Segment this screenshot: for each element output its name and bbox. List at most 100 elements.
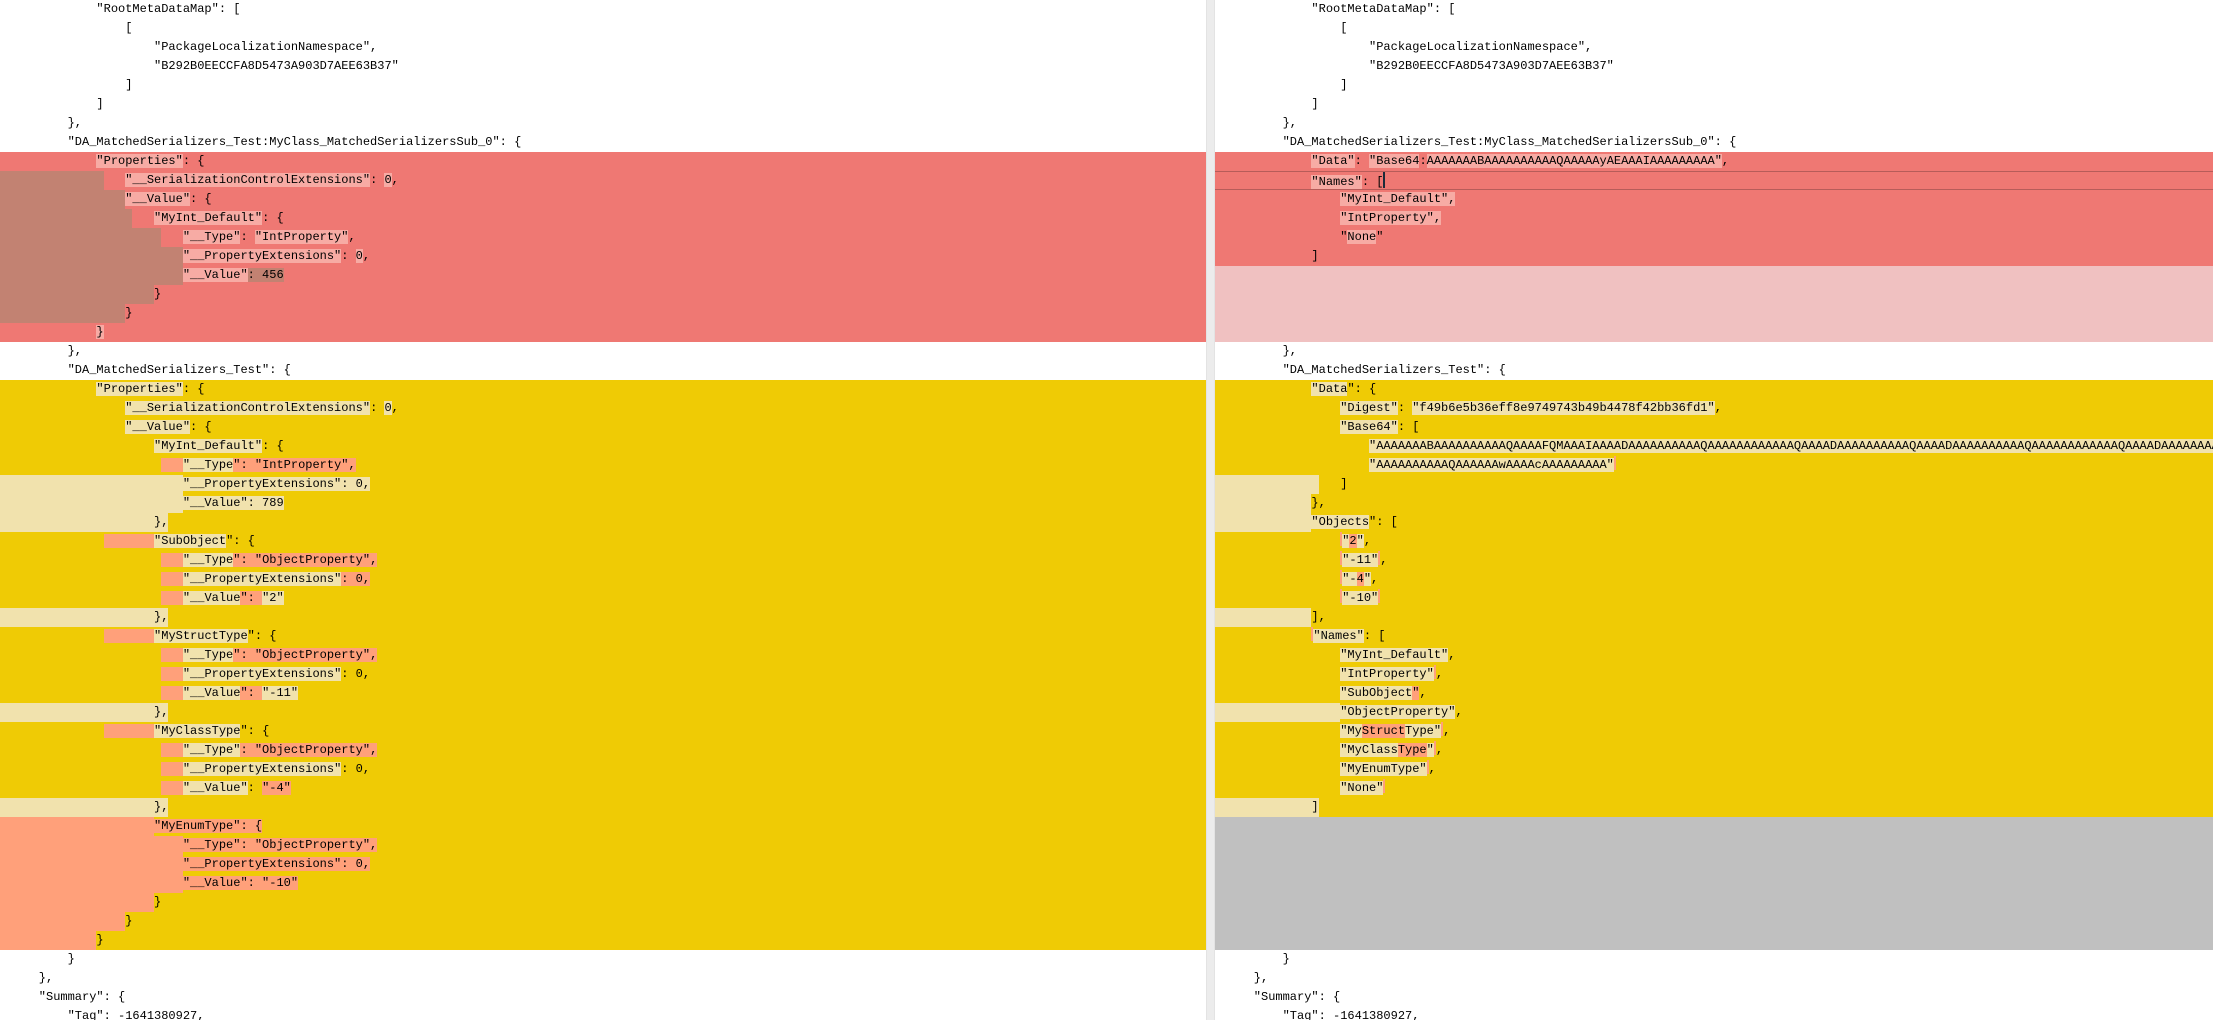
code-line: } — [0, 893, 1206, 912]
code-line: } — [1215, 950, 2213, 969]
code-line: "MyInt_Default": { — [0, 437, 1206, 456]
code-line: "B292B0EECCFA8D5473A903D7AEE63B37" — [1215, 57, 2213, 76]
code-line: "None" — [1215, 779, 2213, 798]
code-line: "-10" — [1215, 589, 2213, 608]
code-line: "MyStructType": { — [0, 627, 1206, 646]
code-line: "__Type": "ObjectProperty", — [0, 741, 1206, 760]
code-line: "__Value": 456 — [0, 266, 1206, 285]
code-line: "__SerializationControlExtensions": 0, — [0, 399, 1206, 418]
code-line: "Digest": "f49b6e5b36eff8e9749743b49b447… — [1215, 399, 2213, 418]
code-line: "PackageLocalizationNamespace", — [1215, 38, 2213, 57]
code-line: } — [0, 950, 1206, 969]
code-line: } — [0, 285, 1206, 304]
code-line: "RootMetaDataMap": [ — [1215, 0, 2213, 19]
code-line: "Properties": { — [0, 152, 1206, 171]
code-line: "IntProperty", — [1215, 209, 2213, 228]
code-line: "__PropertyExtensions": 0, — [0, 665, 1206, 684]
code-line: "__Type": "ObjectProperty", — [0, 551, 1206, 570]
code-line: "__PropertyExtensions": 0, — [0, 855, 1206, 874]
code-line: "2", — [1215, 532, 2213, 551]
code-line: "__Type": "ObjectProperty", — [0, 836, 1206, 855]
code-line: "MyClassType", — [1215, 741, 2213, 760]
code-line: "Base64": [ — [1215, 418, 2213, 437]
code-line: "MyStructType", — [1215, 722, 2213, 741]
code-line: } — [0, 323, 1206, 342]
code-line: "Data": { — [1215, 380, 2213, 399]
code-line: "Data": "Base64:AAAAAAABAAAAAAAAAAQAAAAA… — [1215, 152, 2213, 171]
code-line: "AAAAAAAAAAQAAAAAAwAAAAcAAAAAAAAA" — [1215, 456, 2213, 475]
code-line: "-4", — [1215, 570, 2213, 589]
code-line: }, — [0, 114, 1206, 133]
code-line: "MyEnumType": { — [0, 817, 1206, 836]
code-line: }, — [0, 608, 1206, 627]
code-line: } — [0, 912, 1206, 931]
code-line: ], — [1215, 608, 2213, 627]
code-line: } — [0, 304, 1206, 323]
code-line: "MyInt_Default": { — [0, 209, 1206, 228]
worddiff-sliver — [1378, 589, 1380, 603]
code-line: } — [0, 931, 1206, 950]
code-line: "IntProperty", — [1215, 665, 2213, 684]
code-line: "__Value": "-10" — [0, 874, 1206, 893]
code-line: "__SerializationControlExtensions": 0, — [0, 171, 1206, 190]
code-line: }, — [0, 703, 1206, 722]
code-line: "__PropertyExtensions": 0, — [0, 570, 1206, 589]
filler-line — [1215, 855, 2213, 874]
code-line: "__Value": "-11" — [0, 684, 1206, 703]
code-line: }, — [0, 969, 1206, 988]
code-line: "DA_MatchedSerializers_Test": { — [0, 361, 1206, 380]
code-line: "RootMetaDataMap": [ — [0, 0, 1206, 19]
code-line: ] — [0, 76, 1206, 95]
pane-splitter[interactable] — [1206, 0, 1215, 1020]
code-line: "SubObject", — [1215, 684, 2213, 703]
code-line: }, — [0, 342, 1206, 361]
filler-line — [1215, 285, 2213, 304]
code-line: "__PropertyExtensions": 0, — [0, 475, 1206, 494]
code-line: "MyEnumType", — [1215, 760, 2213, 779]
code-line: "SubObject": { — [0, 532, 1206, 551]
code-line: }, — [0, 798, 1206, 817]
filler-line — [1215, 266, 2213, 285]
code-line: ] — [1215, 76, 2213, 95]
code-line: "DA_MatchedSerializers_Test": { — [1215, 361, 2213, 380]
code-line: "AAAAAAABAAAAAAAAAAQAAAAFQMAAAIAAAADAAAA… — [1215, 437, 2213, 456]
filler-line — [1215, 304, 2213, 323]
filler-line — [1215, 323, 2213, 342]
code-line: [ — [0, 19, 1206, 38]
code-line: }, — [1215, 342, 2213, 361]
code-line: "__Type": "ObjectProperty", — [0, 646, 1206, 665]
diff-pane-right[interactable]: "RootMetaDataMap": [ [ "PackageLocalizat… — [1215, 0, 2213, 1020]
code-line: "MyInt_Default", — [1215, 646, 2213, 665]
code-line: ] — [1215, 95, 2213, 114]
code-line: "__PropertyExtensions": 0, — [0, 760, 1206, 779]
code-line: "__PropertyExtensions": 0, — [0, 247, 1206, 266]
filler-line — [1215, 912, 2213, 931]
text-caret — [1383, 172, 1385, 188]
code-line: "Summary": { — [1215, 988, 2213, 1007]
diff-pane-left[interactable]: "RootMetaDataMap": [ [ "PackageLocalizat… — [0, 0, 1206, 1020]
code-line: "MyInt_Default", — [1215, 190, 2213, 209]
filler-line — [1215, 931, 2213, 950]
code-line: "__Type": "IntProperty", — [0, 456, 1206, 475]
filler-line — [1215, 893, 2213, 912]
code-line: "DA_MatchedSerializers_Test:MyClass_Matc… — [1215, 133, 2213, 152]
code-line: "Summary": { — [0, 988, 1206, 1007]
code-line: "Tag": -1641380927, — [0, 1007, 1206, 1020]
worddiff-sliver — [1383, 779, 1385, 793]
code-line: ] — [0, 95, 1206, 114]
code-line: "ObjectProperty", — [1215, 703, 2213, 722]
code-line: "__Value": { — [0, 418, 1206, 437]
code-line: "__Value": { — [0, 190, 1206, 209]
filler-line — [1215, 817, 2213, 836]
code-line: ] — [1215, 247, 2213, 266]
code-line: "Properties": { — [0, 380, 1206, 399]
code-line: [ — [1215, 19, 2213, 38]
code-line: "PackageLocalizationNamespace", — [0, 38, 1206, 57]
code-line: "Tag": -1641380927, — [1215, 1007, 2213, 1020]
code-line: "__Value": "2" — [0, 589, 1206, 608]
code-line: }, — [1215, 969, 2213, 988]
code-line: "__Value": 789 — [0, 494, 1206, 513]
filler-line — [1215, 874, 2213, 893]
code-line: "MyClassType": { — [0, 722, 1206, 741]
diff-workspace: "RootMetaDataMap": [ [ "PackageLocalizat… — [0, 0, 2213, 1020]
